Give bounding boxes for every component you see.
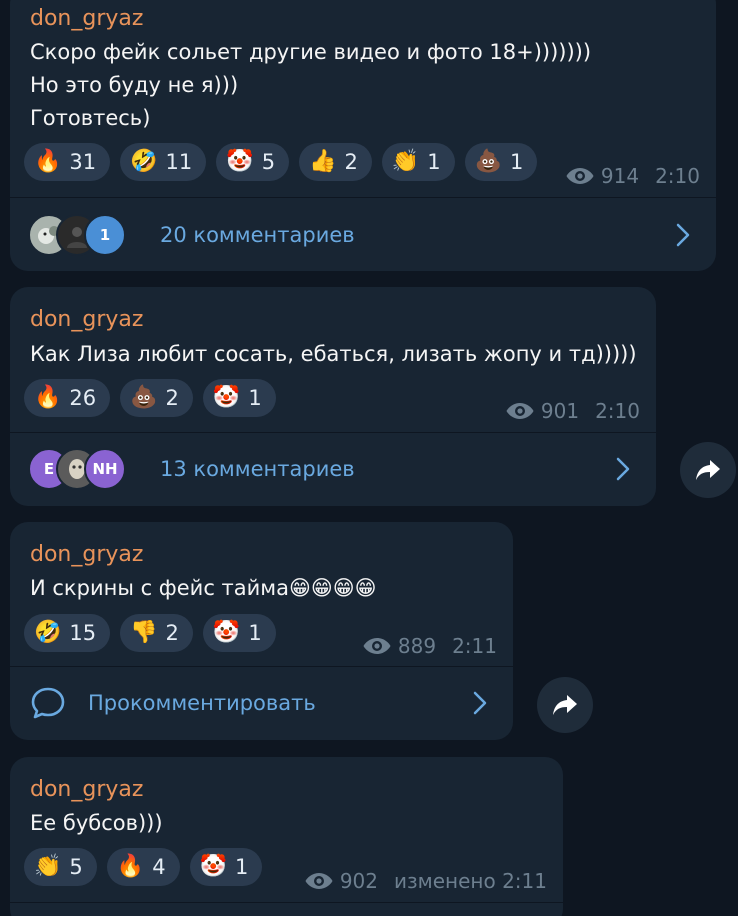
commenter-avatars: 1 — [28, 214, 128, 256]
divider — [10, 902, 563, 903]
reaction-rofl[interactable]: 🤣 15 — [24, 614, 111, 652]
view-count: 901 — [540, 399, 580, 423]
share-button[interactable] — [537, 677, 593, 733]
message-bubble: don_gryaz Как Лиза любит сосать, ебаться… — [10, 287, 656, 506]
reaction-poop[interactable]: 💩 1 — [464, 143, 538, 181]
reaction-count: 2 — [344, 150, 358, 174]
message-time: 2:10 — [655, 164, 700, 188]
view-count: 914 — [600, 164, 640, 188]
reaction-count: 4 — [152, 855, 166, 879]
clap-emoji-icon: 👏 — [391, 149, 420, 174]
thumbs-down-emoji-icon: 👎 — [130, 620, 158, 645]
fire-emoji-icon: 🔥 — [116, 854, 145, 879]
chevron-right-icon — [616, 457, 630, 481]
message-text: Как Лиза любит сосать, ебаться, лизать ж… — [30, 342, 637, 366]
comment-bubble-icon — [31, 687, 65, 719]
clown-emoji-icon: 🤡 — [199, 854, 227, 879]
reaction-clap[interactable]: 👏 1 — [381, 143, 455, 181]
comments-count-label: 20 комментариев — [160, 223, 355, 247]
reaction-count: 26 — [69, 386, 97, 410]
fire-emoji-icon: 🔥 — [34, 385, 62, 410]
message-author[interactable]: don_gryaz — [30, 777, 143, 803]
message-meta: 901 2:10 — [505, 399, 640, 423]
message-time: 2:11 — [452, 634, 497, 658]
message-meta: 914 2:10 — [565, 164, 700, 188]
reaction-count: 2 — [165, 621, 179, 645]
share-button[interactable] — [680, 442, 736, 498]
message-meta: 889 2:11 — [362, 634, 497, 658]
chevron-right-icon — [473, 691, 487, 715]
rofl-emoji-icon: 🤣 — [130, 149, 158, 174]
reaction-count: 5 — [261, 150, 276, 174]
share-arrow-icon — [696, 460, 720, 480]
message-bubble: don_gryaz И скрины с фейс тайма😁😁😁😁 🤣 15… — [10, 522, 513, 740]
message-meta: 902 изменено 2:11 — [304, 869, 547, 893]
reaction-clown[interactable]: 🤡 1 — [202, 379, 276, 417]
eye-icon — [363, 638, 391, 654]
reactions-bar: 🔥 26 💩 2 🤡 1 — [24, 379, 276, 417]
reaction-count: 1 — [427, 150, 441, 174]
reaction-count: 1 — [248, 386, 262, 410]
message-bubble: don_gryaz Скоро фейк сольет другие видео… — [10, 0, 716, 271]
channel-feed: don_gryaz Скоро фейк сольет другие видео… — [0, 0, 738, 916]
poop-emoji-icon: 💩 — [130, 385, 158, 410]
reaction-fire[interactable]: 🔥 4 — [106, 848, 180, 886]
message-time: изменено 2:11 — [394, 869, 547, 893]
thumbs-up-emoji-icon: 👍 — [309, 149, 337, 174]
message-author[interactable]: don_gryaz — [30, 6, 143, 32]
reaction-fire[interactable]: 🔥 26 — [24, 379, 111, 417]
eye-icon — [566, 168, 594, 184]
message-text: Ее бубсов))) — [30, 811, 163, 835]
message-author[interactable]: don_gryaz — [30, 307, 143, 333]
fire-emoji-icon: 🔥 — [34, 149, 62, 174]
commenter-avatars: E NH — [28, 448, 138, 490]
reaction-count: 1 — [248, 621, 262, 645]
reaction-count: 2 — [165, 386, 179, 410]
clap-emoji-icon: 👏 — [34, 854, 62, 879]
eye-icon — [506, 403, 534, 419]
reaction-thumbs-down[interactable]: 👎 2 — [120, 614, 193, 652]
reactions-bar: 👏 5 🔥 4 🤡 1 — [24, 848, 263, 886]
message-author[interactable]: don_gryaz — [30, 542, 143, 568]
message-bubble: don_gryaz Ее бубсов))) 👏 5 🔥 4 🤡 1 902 и… — [10, 757, 563, 916]
reactions-bar: 🔥 31 🤣 11 🤡 5 👍 2 👏 1 💩 1 — [24, 143, 538, 181]
view-count: 889 — [397, 634, 437, 658]
clown-emoji-icon: 🤡 — [212, 620, 241, 645]
reaction-clown[interactable]: 🤡 5 — [216, 143, 290, 181]
reaction-count: 5 — [69, 855, 83, 879]
reaction-count: 15 — [69, 621, 97, 645]
message-text: И скрины с фейс тайма😁😁😁😁 — [30, 576, 377, 600]
letter-avatar: 1 — [84, 214, 126, 256]
comments-button[interactable]: 1 20 комментариев — [10, 199, 716, 271]
rofl-emoji-icon: 🤣 — [34, 620, 62, 645]
reaction-clap[interactable]: 👏 5 — [24, 848, 97, 886]
reaction-count: 11 — [165, 150, 193, 174]
share-arrow-icon — [553, 695, 577, 715]
letter-avatar: NH — [84, 448, 126, 490]
reaction-rofl[interactable]: 🤣 11 — [120, 143, 207, 181]
comments-count-label: 13 комментариев — [160, 457, 355, 481]
reaction-count: 31 — [69, 150, 97, 174]
reaction-fire[interactable]: 🔥 31 — [24, 143, 111, 181]
leave-comment-button[interactable]: Прокомментировать — [10, 667, 513, 739]
reaction-clown[interactable]: 🤡 1 — [189, 848, 263, 886]
message-text: Скоро фейк сольет другие видео и фото 18… — [30, 40, 592, 130]
poop-emoji-icon: 💩 — [474, 149, 503, 174]
reaction-clown[interactable]: 🤡 1 — [202, 614, 276, 652]
reaction-count: 1 — [510, 150, 524, 174]
clown-emoji-icon: 🤡 — [226, 149, 254, 174]
view-count: 902 — [339, 869, 378, 893]
reaction-thumbs-up[interactable]: 👍 2 — [299, 143, 372, 181]
reaction-poop[interactable]: 💩 2 — [120, 379, 193, 417]
reactions-bar: 🤣 15 👎 2 🤡 1 — [24, 614, 276, 652]
clown-emoji-icon: 🤡 — [212, 385, 241, 410]
eye-icon — [305, 873, 333, 889]
message-time: 2:10 — [595, 399, 640, 423]
comments-button[interactable]: E NH 13 комментариев — [10, 433, 656, 505]
chevron-right-icon — [676, 223, 690, 247]
leave-comment-label: Прокомментировать — [88, 691, 316, 715]
reaction-count: 1 — [234, 855, 249, 879]
divider — [10, 197, 716, 198]
